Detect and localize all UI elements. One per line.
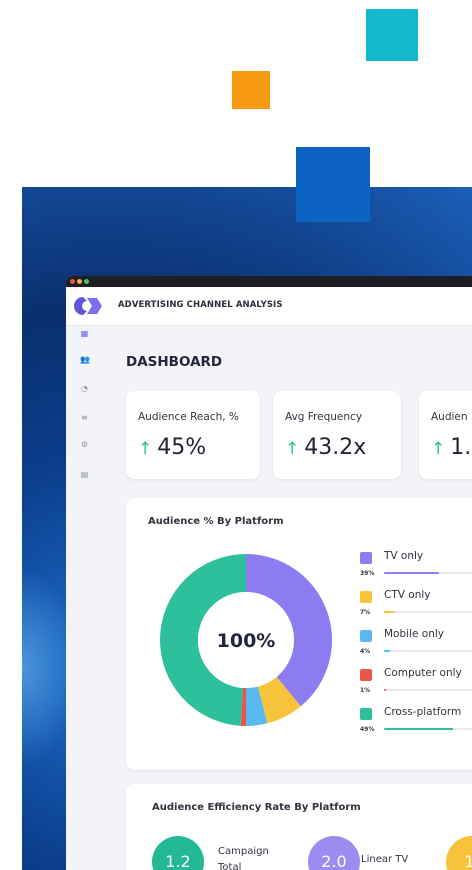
- efficiency-card: Audience Efficiency Rate By Platform 1.2…: [126, 784, 472, 870]
- kpi-card-audience[interactable]: Audien ↑1.2: [419, 391, 472, 479]
- legend-item-computer-only[interactable]: Computer only 1%: [360, 665, 472, 697]
- legend-bar-track: [384, 650, 472, 652]
- decorative-square-orange: [232, 71, 270, 109]
- grid-icon[interactable]: ▦: [80, 329, 89, 338]
- legend-bar-track: [384, 728, 472, 730]
- legend-item-cross-platform[interactable]: Cross-platform 49%: [360, 704, 472, 736]
- page-title: DASHBOARD: [126, 354, 223, 370]
- close-window-button[interactable]: [70, 279, 75, 284]
- app-header: ADVERTISING CHANNEL ANALYSIS: [66, 287, 472, 326]
- kpi-value: ↑ 45%: [138, 435, 207, 460]
- legend-item-ctv-only[interactable]: CTV only 7%: [360, 587, 472, 619]
- legend-percent: 4%: [360, 648, 371, 655]
- legend-item-tv-only[interactable]: TV only 39%: [360, 548, 472, 580]
- legend-bar-fill: [384, 572, 439, 574]
- legend-swatch: [360, 630, 372, 642]
- decorative-square-cyan: [366, 9, 418, 61]
- kpi-card-reach[interactable]: Audience Reach, % ↑ 45%: [126, 391, 260, 479]
- legend-bar-track: [384, 572, 472, 574]
- kpi-card-frequency[interactable]: Avg Frequency ↑ 43.2x: [273, 391, 401, 479]
- sidebar: ▦ 👥 ◔ ≡ ⚙ ▤: [66, 325, 104, 870]
- legend-swatch: [360, 708, 372, 720]
- legend-bar-fill: [384, 650, 390, 652]
- legend-bar-fill: [384, 611, 394, 613]
- platform-chart-card: Audience % By Platform 100% TV only 39% CT…: [126, 498, 472, 770]
- legend-percent: 1%: [360, 687, 371, 694]
- kpi-value: ↑1.2: [431, 435, 472, 460]
- efficiency-value-linear-tv: 2.0: [308, 836, 360, 870]
- donut-center-label: 100%: [217, 630, 276, 652]
- efficiency-label-campaign: Campaign Total: [218, 846, 269, 870]
- brand-logo-icon[interactable]: [73, 296, 103, 316]
- decorative-square-blue: [296, 147, 370, 222]
- legend-label: Mobile only: [384, 628, 444, 640]
- app-window: ADVERTISING CHANNEL ANALYSIS ▦ 👥 ◔ ≡ ⚙ ▤…: [66, 276, 472, 870]
- legend-bar-track: [384, 611, 472, 613]
- legend-bar-track: [384, 689, 472, 691]
- app-title: ADVERTISING CHANNEL ANALYSIS: [118, 300, 283, 310]
- legend-swatch: [360, 669, 372, 681]
- legend-percent: 39%: [360, 570, 375, 577]
- legend-percent: 49%: [360, 726, 375, 733]
- legend-label: Computer only: [384, 667, 462, 679]
- efficiency-label-linear-tv: Linear TV: [361, 854, 409, 865]
- list-icon[interactable]: ≡: [80, 413, 89, 422]
- legend-label: CTV only: [384, 589, 431, 601]
- gear-icon[interactable]: ⚙: [80, 440, 89, 449]
- platform-donut-chart: 100%: [160, 554, 332, 726]
- kpi-label: Audien: [431, 411, 468, 423]
- layout-icon[interactable]: ▤: [80, 470, 89, 479]
- users-icon[interactable]: 👥: [80, 355, 90, 364]
- efficiency-value-campaign: 1.2: [152, 836, 204, 870]
- legend-bar-fill: [384, 728, 453, 730]
- legend-swatch: [360, 591, 372, 603]
- efficiency-title: Audience Efficiency Rate By Platform: [152, 802, 361, 813]
- efficiency-value-third: 1.: [446, 836, 472, 870]
- platform-chart-title: Audience % By Platform: [148, 516, 284, 527]
- minimize-window-button[interactable]: [77, 279, 82, 284]
- arrow-up-icon: ↑: [285, 439, 300, 459]
- legend-swatch: [360, 552, 372, 564]
- arrow-up-icon: ↑: [138, 439, 153, 459]
- legend-percent: 7%: [360, 609, 371, 616]
- maximize-window-button[interactable]: [84, 279, 89, 284]
- legend-item-mobile-only[interactable]: Mobile only 4%: [360, 626, 472, 658]
- legend-label: Cross-platform: [384, 706, 462, 718]
- kpi-label: Avg Frequency: [285, 411, 363, 423]
- pie-chart-icon[interactable]: ◔: [80, 384, 89, 393]
- arrow-up-icon: ↑: [431, 439, 446, 459]
- kpi-label: Audience Reach, %: [138, 411, 239, 423]
- legend-bar-fill: [384, 689, 386, 691]
- window-titlebar: [66, 276, 472, 287]
- legend-label: TV only: [384, 550, 424, 562]
- kpi-value: ↑ 43.2x: [285, 435, 367, 460]
